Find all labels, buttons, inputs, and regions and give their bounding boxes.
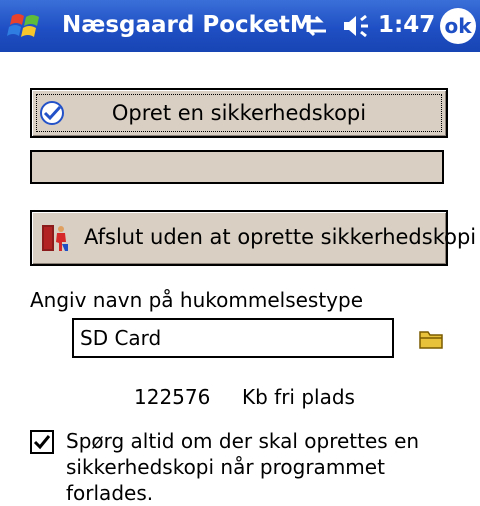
main-content: Opret en sikkerhedskopi Afslut uden at o… <box>0 52 480 505</box>
windows-start-icon[interactable] <box>6 8 46 44</box>
ask-always-checkbox[interactable] <box>30 430 54 454</box>
app-title: Næsgaard PocketM <box>62 12 313 38</box>
memory-type-label: Angiv navn på hukommelsestype <box>30 288 364 312</box>
free-space-value: 122576 <box>134 385 211 409</box>
create-backup-label: Opret en sikkerhedskopi <box>111 101 367 125</box>
memory-type-input[interactable] <box>72 318 394 358</box>
checkmark-icon <box>33 435 51 450</box>
exit-without-backup-button[interactable]: Afslut uden at oprette sikkerhedskopi <box>30 210 476 266</box>
speaker-icon[interactable] <box>340 12 374 40</box>
free-space-text: Kb fri plads <box>242 385 355 409</box>
progress-bar <box>30 150 444 184</box>
folder-icon[interactable] <box>418 328 444 350</box>
title-bar: Næsgaard PocketM 1:47 ok <box>0 0 480 52</box>
exit-door-icon <box>42 225 68 251</box>
clock: 1:47 <box>378 12 436 38</box>
connectivity-icon[interactable] <box>300 12 330 40</box>
ok-button[interactable]: ok <box>440 8 476 44</box>
ask-always-label: Spørg altid om der skal oprettes en sikk… <box>66 429 420 505</box>
exit-without-backup-label: Afslut uden at oprette sikkerhedskopi <box>84 225 477 249</box>
create-backup-button[interactable]: Opret en sikkerhedskopi <box>30 88 448 138</box>
